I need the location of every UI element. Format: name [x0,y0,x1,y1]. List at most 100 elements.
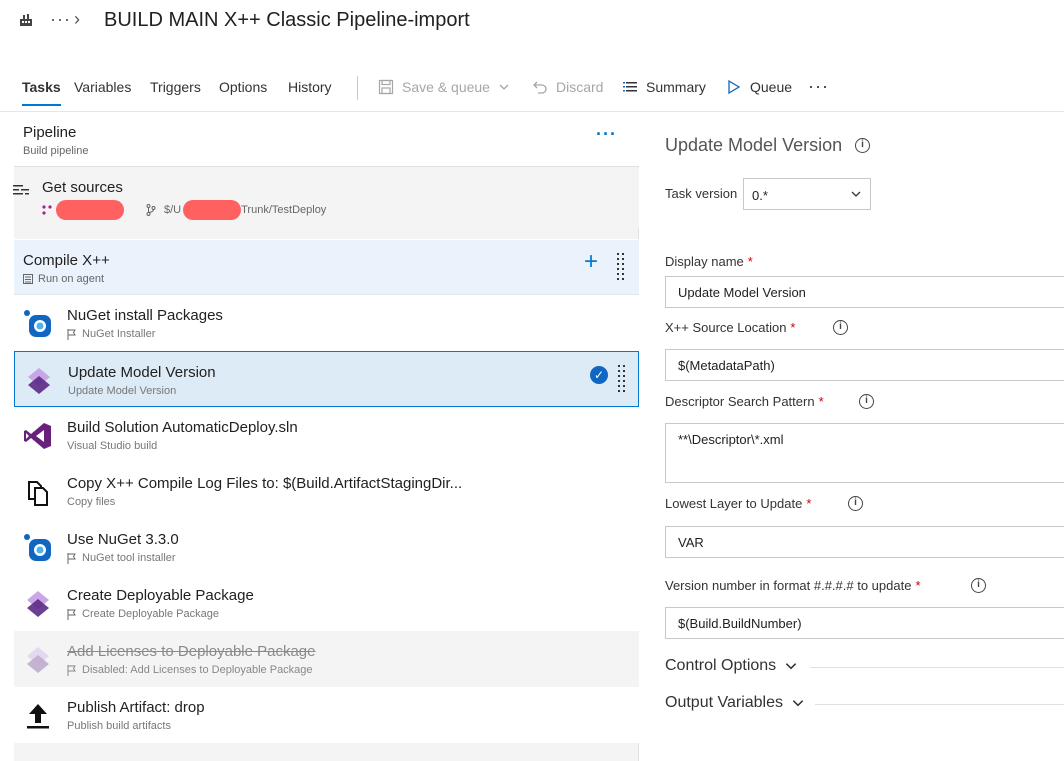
task-subtitle: Update Model Version [68,385,177,397]
list-icon [623,82,637,92]
chevron-down-icon [792,700,804,707]
section-divider [815,704,1064,705]
tab-history[interactable]: History [288,79,332,95]
copy-files-icon [28,481,48,506]
add-task-button[interactable]: + [584,250,598,274]
undo-icon [533,81,547,94]
redacted-repo-name [56,200,124,220]
task-subtitle: Copy files [67,496,116,508]
descriptor-pattern-label: Descriptor Search Pattern * [665,394,824,409]
source-location-input[interactable]: $(MetadataPath) [665,349,1064,381]
discard-button[interactable]: Discard [532,79,603,95]
version-number-label: Version number in format #.#.#.# to upda… [665,578,921,593]
play-icon [728,79,741,95]
breadcrumb-more-button[interactable]: ··· [50,9,71,30]
tab-variables[interactable]: Variables [74,79,131,95]
display-name-label: Display name * [665,254,753,269]
repo-icon [42,205,52,215]
task-details-pane: Update Model Version i Task version 0.* … [640,112,1064,761]
breadcrumb-chevron-icon: › [74,9,80,29]
task-title: Update Model Version [68,364,216,381]
summary-button[interactable]: Summary [622,79,706,95]
task-subtitle: Publish build artifacts [67,720,171,732]
save-queue-button[interactable]: Save & queue [378,79,510,95]
phase-subtitle: Run on agent [38,273,105,285]
task-version-value: 0.* [752,188,768,203]
task-update-model-version[interactable]: Update Model Version Update Model Versio… [14,351,639,407]
flag-icon [67,328,76,340]
top-bar: ··· › BUILD MAIN X++ Classic Pipeline-im… [0,0,1064,44]
task-subtitle: Create Deployable Package [82,608,219,620]
pipeline-header[interactable]: Pipeline Build pipeline ··· [14,112,639,167]
toolbar-divider [357,76,358,100]
task-title: Copy X++ Compile Log Files to: $(Build.A… [67,475,463,492]
info-icon[interactable]: i [971,578,986,593]
task-create-deployable-package[interactable]: Create Deployable Package Create Deploya… [14,575,639,631]
source-location-label: X++ Source Location * [665,320,796,335]
dynamics-icon [27,647,49,673]
task-nuget-install[interactable]: NuGet install Packages NuGet Installer [14,295,639,351]
page-title: BUILD MAIN X++ Classic Pipeline-import [104,9,470,31]
drag-handle-icon[interactable] [618,365,626,393]
flag-icon [67,552,76,564]
selected-check-icon: ✓ [590,366,608,384]
version-number-input[interactable]: $(Build.BuildNumber) [665,607,1064,639]
control-options-toggle[interactable]: Control Options [665,657,798,675]
info-icon[interactable]: i [855,138,870,153]
redacted-path [183,200,242,220]
source-path-prefix: $/U [164,204,182,216]
task-title: Use NuGet 3.3.0 [67,531,179,548]
chevron-down-icon [785,663,797,670]
task-use-nuget[interactable]: Use NuGet 3.3.0 NuGet tool installer [14,519,639,575]
pipeline-more-button[interactable]: ··· [596,124,617,145]
agent-icon [23,274,33,284]
toolbar-more-button[interactable]: ··· [808,76,829,97]
task-title: Publish Artifact: drop [67,699,205,716]
display-name-input[interactable]: Update Model Version [665,276,1064,308]
task-add-licenses[interactable]: Add Licenses to Deployable Package Disab… [14,631,639,687]
tab-triggers[interactable]: Triggers [150,79,201,95]
flag-icon [67,608,76,620]
task-list-pane: Pipeline Build pipeline ··· Get sources [13,112,639,761]
pipeline-title: Pipeline [23,124,77,141]
drag-handle-icon[interactable] [617,253,625,281]
section-divider [810,667,1064,668]
task-title: Add Licenses to Deployable Package [67,643,316,660]
info-icon[interactable]: i [848,496,863,511]
get-sources-icon [13,185,29,195]
lowest-layer-label: Lowest Layer to Update * [665,496,812,511]
details-title: Update Model Version [665,135,843,155]
visual-studio-icon [24,423,51,449]
output-variables-label: Output Variables [665,694,783,711]
source-path-suffix: Trunk/TestDeploy [241,204,327,216]
discard-label: Discard [556,79,604,95]
task-build-solution[interactable]: Build Solution AutomaticDeploy.sln Visua… [14,407,639,463]
phase-compile-xpp[interactable]: Compile X++ Run on agent + [14,239,639,295]
output-variables-toggle[interactable]: Output Variables [665,694,805,712]
lowest-layer-select[interactable]: VAR [665,526,1064,558]
info-icon[interactable]: i [859,394,874,409]
descriptor-pattern-textarea[interactable]: **\Descriptor\*.xml [665,423,1064,483]
queue-button[interactable]: Queue [726,79,792,95]
task-title: Build Solution AutomaticDeploy.sln [67,419,298,436]
tab-options[interactable]: Options [219,79,267,95]
branch-icon [146,204,156,216]
tab-tasks[interactable]: Tasks [22,79,61,106]
task-subtitle: Disabled: Add Licenses to Deployable Pac… [82,664,313,676]
pipeline-icon [20,14,32,26]
task-title: Create Deployable Package [67,587,254,604]
nuget-icon [24,534,51,561]
get-sources-subtitle: $/U Trunk/TestDeploy [42,200,326,220]
task-version-select[interactable]: 0.* [743,178,871,210]
task-subtitle: Visual Studio build [67,440,158,452]
chevron-down-icon [851,191,861,197]
task-publish-artifact[interactable]: Publish Artifact: drop Publish build art… [14,687,639,743]
task-copy-files[interactable]: Copy X++ Compile Log Files to: $(Build.A… [14,463,639,519]
pipeline-subtitle: Build pipeline [23,145,89,157]
tab-bar: Tasks Variables Triggers Options History… [0,70,1064,108]
get-sources-row[interactable]: Get sources $/U Trunk/TestDeploy [13,168,639,228]
flag-icon [67,664,76,676]
info-icon[interactable]: i [833,320,848,335]
save-icon [378,79,394,95]
summary-label: Summary [646,79,706,95]
